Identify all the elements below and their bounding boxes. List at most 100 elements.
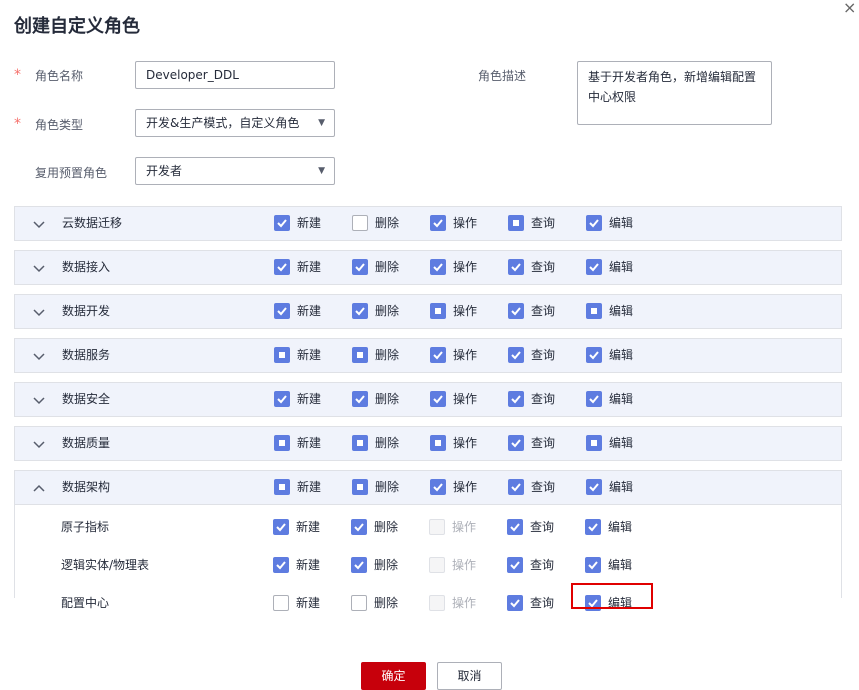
dropdown-arrow-icon: ▼ [318,118,325,128]
permission-label: 操作 [453,436,478,450]
permission-label: 新建 [296,558,321,572]
preset-role-value: 开发者 [146,164,183,178]
permission-label: 查询 [530,558,555,572]
permission-group[interactable]: 数据开发 新建 删除 操作 查询 编辑 [14,294,842,329]
required-mark: * [14,67,21,83]
checkbox-indeterminate[interactable] [586,435,602,451]
checkbox-checked[interactable] [351,519,367,535]
checkbox-checked[interactable] [430,479,446,495]
checkbox-disabled [429,519,445,535]
checkbox-indeterminate[interactable] [352,435,368,451]
checkbox-checked[interactable] [585,557,601,573]
checkbox-checked[interactable] [507,519,523,535]
checkbox-indeterminate[interactable] [352,347,368,363]
permission-label: 编辑 [608,558,633,572]
checkbox-indeterminate[interactable] [274,347,290,363]
permission-label: 操作 [453,216,478,230]
permission-label: 删除 [375,348,400,362]
permission-label: 删除 [375,260,400,274]
checkbox-checked[interactable] [507,557,523,573]
permission-group[interactable]: 数据服务 新建 删除 操作 查询 编辑 [14,338,842,373]
checkbox-checked[interactable] [586,215,602,231]
checkbox-checked[interactable] [430,259,446,275]
permission-subitem: 配置中心 新建 删除 操作 查询 编辑 [14,583,842,615]
permission-label: 操作 [453,392,478,406]
permission-group[interactable]: 数据架构 新建 删除 操作 查询 编辑 [14,470,842,505]
checkbox-disabled [429,557,445,573]
checkbox-indeterminate[interactable] [430,303,446,319]
checkbox-checked[interactable] [586,479,602,495]
checkbox-checked[interactable] [352,391,368,407]
permission-label: 新建 [297,436,322,450]
checkbox-indeterminate[interactable] [352,479,368,495]
checkbox-checked[interactable] [508,479,524,495]
permission-label: 查询 [530,520,555,534]
role-name-input[interactable]: Developer_DDL [135,61,335,89]
permission-group[interactable]: 云数据迁移 新建 删除 操作 查询 编辑 [14,206,842,241]
subitem-name: 逻辑实体/物理表 [61,558,150,572]
chevron-down-icon[interactable] [31,392,47,408]
chevron-down-icon[interactable] [31,436,47,452]
checkbox-checked[interactable] [273,557,289,573]
checkbox-checked[interactable] [507,595,523,611]
chevron-down-icon[interactable] [31,348,47,364]
checkbox-checked[interactable] [352,303,368,319]
subitem-name: 配置中心 [61,596,110,610]
permission-group[interactable]: 数据接入 新建 删除 操作 查询 编辑 [14,250,842,285]
permission-label: 新建 [297,304,322,318]
subitem-name: 原子指标 [61,520,110,534]
highlight-box [571,583,653,609]
checkbox-checked[interactable] [274,391,290,407]
checkbox-indeterminate[interactable] [586,303,602,319]
checkbox-checked[interactable] [508,391,524,407]
checkbox-indeterminate[interactable] [274,479,290,495]
checkbox-checked[interactable] [351,557,367,573]
permission-label: 新建 [297,260,322,274]
checkbox-checked[interactable] [508,435,524,451]
role-desc-textarea[interactable]: 基于开发者角色，新增编辑配置中心权限 [577,61,772,125]
checkbox-checked[interactable] [430,391,446,407]
checkbox-checked[interactable] [274,215,290,231]
checkbox-unchecked[interactable] [352,215,368,231]
checkbox-checked[interactable] [586,259,602,275]
checkbox-checked[interactable] [508,259,524,275]
checkbox-indeterminate[interactable] [274,435,290,451]
checkbox-checked[interactable] [585,519,601,535]
checkbox-checked[interactable] [586,391,602,407]
preset-role-select[interactable]: 开发者 ▼ [135,157,335,185]
role-type-select[interactable]: 开发&生产模式，自定义角色 ▼ [135,109,335,137]
permission-label: 查询 [531,260,556,274]
chevron-down-icon[interactable] [31,260,47,276]
checkbox-indeterminate[interactable] [508,215,524,231]
chevron-up-icon[interactable] [31,480,47,496]
checkbox-checked[interactable] [352,259,368,275]
cancel-button[interactable]: 取消 [437,662,502,690]
permission-label: 查询 [531,436,556,450]
checkbox-checked[interactable] [273,519,289,535]
permission-label: 操作 [452,520,477,534]
checkbox-checked[interactable] [508,303,524,319]
checkbox-indeterminate[interactable] [430,435,446,451]
permission-label: 操作 [453,480,478,494]
checkbox-unchecked[interactable] [273,595,289,611]
permission-label: 删除 [375,392,400,406]
permission-label: 编辑 [609,260,634,274]
checkbox-checked[interactable] [586,347,602,363]
permission-group[interactable]: 数据质量 新建 删除 操作 查询 编辑 [14,426,842,461]
permission-group[interactable]: 数据安全 新建 删除 操作 查询 编辑 [14,382,842,417]
checkbox-checked[interactable] [430,347,446,363]
close-icon[interactable]: × [843,0,856,17]
checkbox-checked[interactable] [274,303,290,319]
permission-label: 删除 [374,558,399,572]
confirm-button[interactable]: 确定 [361,662,426,690]
role-type-value: 开发&生产模式，自定义角色 [146,116,300,130]
chevron-down-icon[interactable] [31,304,47,320]
permission-label: 操作 [453,260,478,274]
dialog-title: 创建自定义角色 [14,16,140,37]
chevron-down-icon[interactable] [31,216,47,232]
checkbox-checked[interactable] [508,347,524,363]
checkbox-checked[interactable] [430,215,446,231]
checkbox-checked[interactable] [274,259,290,275]
checkbox-unchecked[interactable] [351,595,367,611]
group-name: 数据开发 [62,304,111,318]
